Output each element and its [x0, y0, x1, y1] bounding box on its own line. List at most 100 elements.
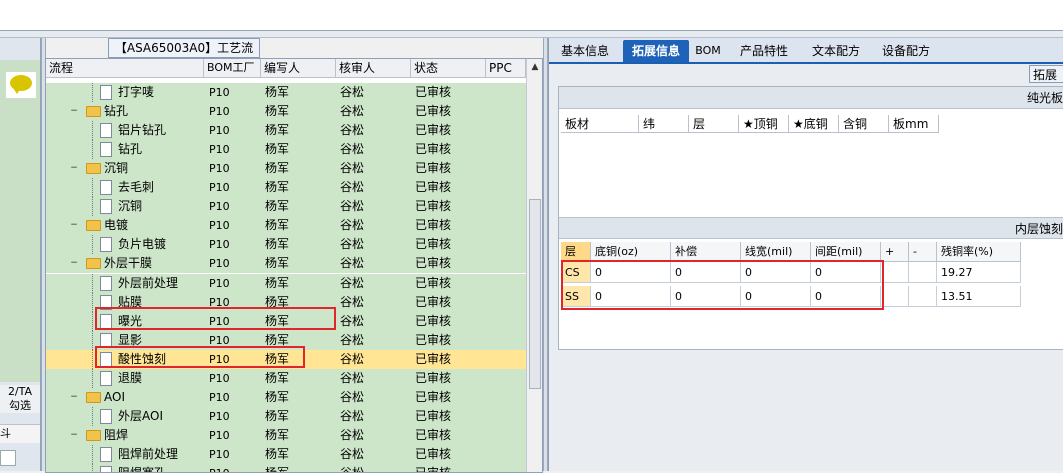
cell-writer: 杨军: [265, 466, 290, 473]
tree-row[interactable]: − 钻孔 P10 杨军 谷松 已审核: [46, 102, 526, 121]
col-header-flow[interactable]: 流程: [46, 59, 204, 77]
document-icon: [100, 466, 112, 472]
folder-icon: [86, 258, 101, 269]
tree-row[interactable]: 打字唛 P10 杨军 谷松 已审核: [46, 83, 526, 102]
tab-text-recipe[interactable]: 文本配方: [803, 40, 869, 62]
tree-row[interactable]: 外层AOI P10 杨军 谷松 已审核: [46, 407, 526, 426]
tree-row[interactable]: 铝片钻孔 P10 杨军 谷松 已审核: [46, 121, 526, 140]
tree-row[interactable]: 退膜 P10 杨军 谷松 已审核: [46, 369, 526, 388]
grid2-cell-residual-copper[interactable]: 19.27: [937, 262, 1021, 283]
cell-bom-factory: P10: [209, 410, 230, 423]
cell-reviewer: 谷松: [340, 237, 365, 251]
cell-reviewer: 谷松: [340, 104, 365, 118]
process-flow-title[interactable]: 【ASA65003A0】工艺流程: [108, 38, 260, 73]
tree-row[interactable]: 钻孔 P10 杨军 谷松 已审核: [46, 140, 526, 159]
grid2-header-residual-copper[interactable]: 残铜率(%): [937, 242, 1021, 262]
cell-writer: 杨军: [265, 447, 290, 461]
tab-equipment-recipe[interactable]: 设备配方: [873, 40, 939, 62]
cell-bom-factory: P10: [209, 464, 230, 472]
tree-row[interactable]: 阻焊前处理 P10 杨军 谷松 已审核: [46, 445, 526, 464]
tree-row[interactable]: − 外层干膜 P10 杨军 谷松 已审核: [46, 254, 526, 273]
left-checkbox[interactable]: [0, 450, 16, 466]
col-header-writer[interactable]: 编写人: [261, 59, 336, 77]
collapse-icon[interactable]: −: [70, 393, 78, 402]
collapse-icon[interactable]: −: [70, 107, 78, 116]
grid2-cell-minus[interactable]: [909, 262, 937, 283]
cell-reviewer: 谷松: [340, 161, 365, 175]
col-header-reviewer[interactable]: 核审人: [336, 59, 411, 77]
cell-writer: 杨军: [265, 371, 290, 385]
section-bare-board-title: 纯光板: [559, 87, 1063, 109]
grid2-header-base-copper[interactable]: 底铜(oz): [591, 242, 671, 262]
cell-bom-factory: P10: [209, 200, 230, 213]
cell-bom-factory: P10: [209, 277, 230, 290]
grid1-header-copper-content[interactable]: 含铜: [839, 115, 889, 133]
grid2-header-layer[interactable]: 层: [561, 242, 591, 262]
collapse-icon[interactable]: −: [70, 259, 78, 268]
tree-row[interactable]: − 电镀 P10 杨军 谷松 已审核: [46, 216, 526, 235]
extended-info-button[interactable]: 拓展信: [1029, 65, 1063, 100]
scroll-thumb[interactable]: [529, 199, 541, 389]
grid1-header-top-copper[interactable]: ★顶铜: [739, 115, 789, 133]
tree-scrollbar[interactable]: ▲: [526, 59, 542, 472]
tab-product-features[interactable]: 产品特性: [731, 40, 797, 62]
grid1-header-layer[interactable]: 层: [689, 115, 739, 133]
grid2-header-compensation[interactable]: 补偿: [671, 242, 741, 262]
cell-status: 已审核: [415, 466, 452, 473]
document-icon: [100, 447, 112, 462]
tree-row[interactable]: − 沉铜 P10 杨军 谷松 已审核: [46, 159, 526, 178]
col-header-ppc[interactable]: PPC: [486, 59, 526, 77]
collapse-icon[interactable]: −: [70, 431, 78, 440]
grid1-header-bottom-copper[interactable]: ★底铜: [789, 115, 839, 133]
tree-row[interactable]: 外层前处理 P10 杨军 谷松 已审核: [46, 274, 526, 293]
tree-row[interactable]: 阻焊塞孔 P10 杨军 谷松 已审核: [46, 464, 526, 473]
grid1-header-board-mm[interactable]: 板mm: [889, 115, 939, 133]
grid2-cell-minus[interactable]: [909, 286, 937, 307]
grid1-header-material[interactable]: 板材: [561, 115, 639, 133]
document-icon: [100, 371, 112, 386]
cell-writer: 杨军: [265, 390, 290, 404]
grid2-header-line-width[interactable]: 线宽(mil): [741, 242, 811, 262]
cell-reviewer: 谷松: [340, 371, 365, 385]
tab-bom[interactable]: BOM: [695, 40, 721, 62]
col-header-bom-factory[interactable]: BOM工厂: [204, 59, 261, 77]
tree-node-label: 沉铜: [118, 199, 143, 213]
cell-reviewer: 谷松: [340, 180, 365, 194]
grid2-cell-residual-copper[interactable]: 13.51: [937, 286, 1021, 307]
grid2-header-minus[interactable]: -: [909, 242, 937, 262]
tab-extended-info[interactable]: 拓展信息: [623, 40, 689, 62]
tree-row[interactable]: 沉铜 P10 杨军 谷松 已审核: [46, 197, 526, 216]
cell-status: 已审核: [415, 104, 452, 118]
tree-node-label: 去毛刺: [118, 180, 155, 194]
col-header-status[interactable]: 状态: [411, 59, 486, 77]
collapse-icon[interactable]: −: [70, 221, 78, 230]
folder-icon: [86, 220, 101, 231]
highlight-box-exposure: [95, 307, 336, 330]
grid2-header-plus[interactable]: +: [881, 242, 909, 262]
tree-row[interactable]: − 阻焊 P10 杨军 谷松 已审核: [46, 426, 526, 445]
left-option-label[interactable]: 2/TA 勾选: [0, 385, 40, 413]
tree-row[interactable]: − AOI P10 杨军 谷松 已审核: [46, 388, 526, 407]
scroll-up-icon[interactable]: ▲: [527, 59, 542, 75]
tree-node-label: 退膜: [118, 371, 143, 385]
grid1-header-weft[interactable]: 纬: [639, 115, 689, 133]
tree-guide-line: [92, 293, 93, 312]
tree-node-label: 外层AOI: [118, 409, 163, 423]
tree-node-label: 阻焊塞孔: [118, 466, 167, 473]
tree-row[interactable]: 负片电镀 P10 杨军 谷松 已审核: [46, 235, 526, 254]
grid2-header-spacing[interactable]: 间距(mil): [811, 242, 881, 262]
tab-basic-info[interactable]: 基本信息: [553, 40, 617, 62]
grid2-cell-plus[interactable]: [881, 262, 909, 283]
document-icon: [100, 237, 112, 252]
collapse-icon[interactable]: −: [70, 164, 78, 173]
tree-row[interactable]: 去毛刺 P10 杨军 谷松 已审核: [46, 178, 526, 197]
grid2-cell-plus[interactable]: [881, 286, 909, 307]
tree-guide-line: [92, 274, 93, 293]
cell-status: 已审核: [415, 295, 452, 309]
cell-writer: 杨军: [265, 142, 290, 156]
cell-status: 已审核: [415, 352, 452, 366]
document-icon: [100, 409, 112, 424]
cell-reviewer: 谷松: [340, 123, 365, 137]
cell-status: 已审核: [415, 409, 452, 423]
cell-reviewer: 谷松: [340, 352, 365, 366]
